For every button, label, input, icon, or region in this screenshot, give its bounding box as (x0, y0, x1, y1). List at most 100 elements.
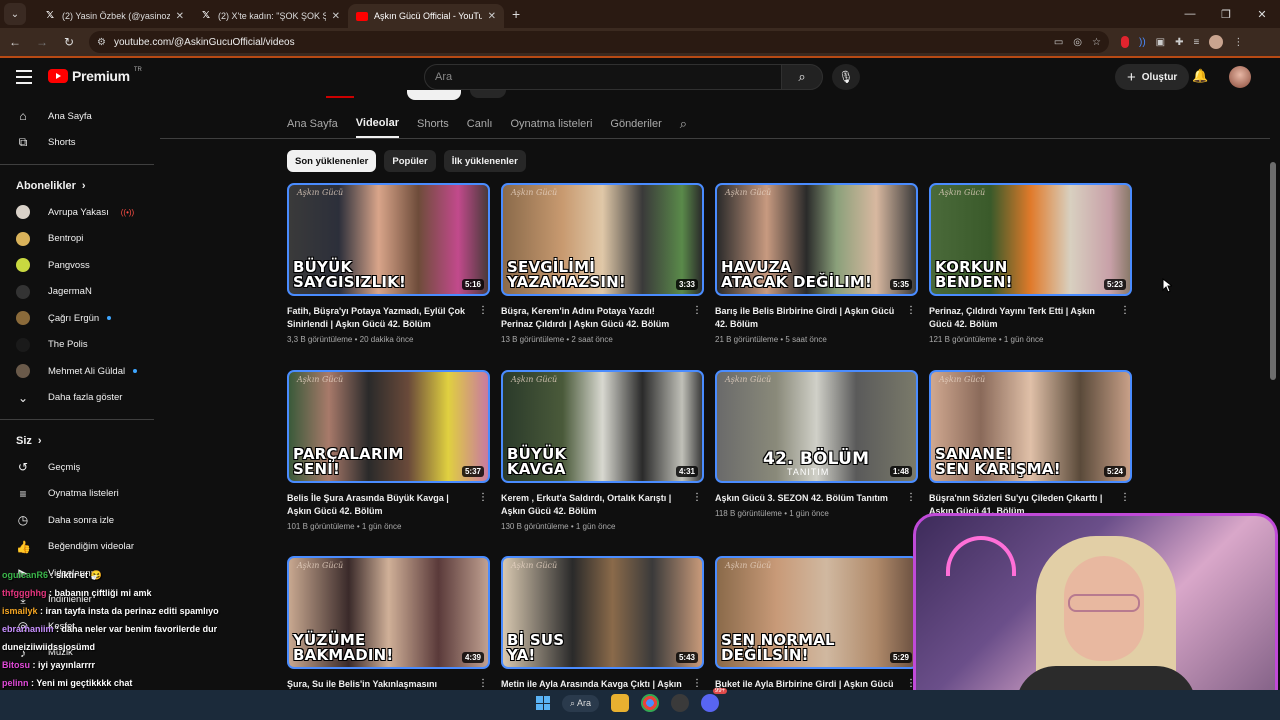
subscriptions-header[interactable]: Abonelikler › (0, 173, 154, 199)
video-thumbnail[interactable]: Aşkın Gücü SANANE! SEN KARIŞMA! 5:24 (929, 370, 1132, 483)
tab-posts[interactable]: Gönderiler (610, 110, 661, 138)
sidebar-subscription-item[interactable]: Pangvoss (0, 252, 154, 279)
back-icon[interactable]: ← (3, 35, 27, 49)
search-button[interactable]: ⌕ (781, 64, 823, 90)
bookmark-star-icon[interactable]: ☆ (1092, 37, 1101, 48)
more-actions-icon[interactable]: ⋮ (478, 305, 488, 316)
close-tab-icon[interactable]: ✕ (176, 11, 184, 22)
sidebar-item-history[interactable]: ↺ Geçmiş (0, 454, 154, 481)
extension-red-icon[interactable] (1121, 36, 1129, 48)
more-actions-icon[interactable]: ⋮ (478, 492, 488, 503)
tab-home[interactable]: Ana Sayfa (287, 110, 338, 138)
discord-icon[interactable]: 99+ (701, 688, 728, 712)
voice-search-button[interactable]: 🎙 (832, 64, 860, 90)
restore-icon[interactable]: ❐ (1208, 8, 1244, 21)
search-input[interactable]: Ara (424, 64, 782, 90)
video-title[interactable]: Kerem , Erkut'a Saldırdı, Ortalık Karışt… (501, 492, 687, 518)
video-thumbnail[interactable]: Aşkın Gücü 42. BÖLÜM 1:48 TANITIM (715, 370, 918, 483)
tab-search-menu-icon[interactable]: ⌄ (4, 3, 26, 25)
windows-start-icon[interactable] (536, 696, 550, 710)
more-actions-icon[interactable]: ⋮ (1120, 305, 1130, 316)
video-thumbnail[interactable]: Aşkın Gücü PARÇALARIM SENİ! 5:37 (287, 370, 490, 483)
close-window-icon[interactable]: ✕ (1244, 8, 1280, 21)
reload-icon[interactable]: ↻ (57, 35, 81, 49)
tab-playlists[interactable]: Oynatma listeleri (510, 110, 592, 138)
video-card[interactable]: Aşkın Gücü SEVGİLİMİ YAZAMAZSIN! 3:33 Büşra… (501, 183, 704, 344)
create-button[interactable]: + Oluştur (1115, 64, 1190, 90)
video-title[interactable]: Barış ile Belis Birbirine Girdi | Aşkın … (715, 305, 901, 331)
browser-tab-2[interactable]: 𝕏 (2) X'te kadın: "ŞOK ŞOK ŞOK p... ✕ (192, 4, 348, 28)
chip-oldest[interactable]: İlk yüklenenler (443, 150, 526, 172)
more-actions-icon[interactable]: ⋮ (1120, 492, 1130, 503)
sidebar-subscription-item[interactable]: Çağrı Ergün (0, 305, 154, 332)
file-explorer-icon[interactable] (611, 694, 630, 712)
chip-popular[interactable]: Popüler (384, 150, 436, 172)
video-card[interactable]: Aşkın Gücü PARÇALARIM SENİ! 5:37 Belis İle … (287, 370, 490, 531)
omnibox[interactable]: ⚙ youtube.com/@AskinGucuOfficial/videos … (89, 31, 1109, 53)
more-actions-icon[interactable]: ⋮ (906, 305, 916, 316)
more-actions-icon[interactable]: ⋮ (906, 492, 916, 503)
sidebar-item-playlist[interactable]: ≡ Oynatma listeleri (0, 481, 154, 508)
youtube-logo[interactable]: Premium TR (48, 67, 142, 84)
sidebar-subscription-item[interactable]: JagermaN (0, 279, 154, 306)
new-tab-button[interactable]: + (512, 6, 520, 22)
sidebar-item-like[interactable]: 👍 Beğendiğim videolar (0, 534, 154, 561)
extension-icon[interactable]: ▣ (1156, 37, 1165, 48)
minimize-icon[interactable]: — (1172, 8, 1208, 20)
video-title[interactable]: Aşkın Gücü 3. SEZON 42. Bölüm Tanıtım (715, 492, 901, 505)
video-title[interactable]: Fatih, Büşra'yı Potaya Yazmadı, Eylül Ço… (287, 305, 473, 331)
video-card[interactable]: Aşkın Gücü KORKUN BENDEN! 5:23 Perinaz, Çıl… (929, 183, 1132, 344)
browser-tab-1[interactable]: 𝕏 (2) Yasin Özbek (@yasinozbek_... ✕ (36, 4, 192, 28)
you-header[interactable]: Siz › (0, 428, 154, 454)
browser-tab-3[interactable]: Aşkın Gücü Official - YouTube ✕ (348, 4, 504, 28)
video-title[interactable]: Belis İle Şura Arasında Büyük Kavga | Aş… (287, 492, 473, 518)
video-card[interactable]: Aşkın Gücü SANANE! SEN KARIŞMA! 5:24 Büşra'… (929, 370, 1132, 522)
notifications-bell-icon[interactable]: 🔔 (1192, 68, 1208, 84)
video-thumbnail[interactable]: Aşkın Gücü BÜYÜK KAVGA 4:31 (501, 370, 704, 483)
close-tab-icon[interactable]: ✕ (332, 11, 340, 22)
video-card[interactable]: Aşkın Gücü SEN NORMAL DEĞİLSİN! 5:29 Buket … (715, 556, 918, 708)
browser-menu-icon[interactable]: ⋮ (1233, 37, 1243, 48)
sidebar-subscription-item[interactable]: Bentropi (0, 226, 154, 253)
account-avatar[interactable] (1229, 66, 1251, 88)
video-card[interactable]: Aşkın Gücü BÜYÜK KAVGA 4:31 Kerem , Erkut'a… (501, 370, 704, 531)
video-thumbnail[interactable]: Aşkın Gücü BÜYÜK SAYGISIZLIK! 5:16 (287, 183, 490, 296)
extension-audio-icon[interactable]: )) (1139, 37, 1146, 48)
show-more-button[interactable]: ⌄ Daha fazla göster (0, 385, 154, 412)
video-thumbnail[interactable]: Aşkın Gücü HAVUZA ATACAK DEĞİLIM! 5:35 (715, 183, 918, 296)
sidebar-item-shorts[interactable]: ⧉ Shorts (0, 130, 154, 157)
video-card[interactable]: Aşkın Gücü Bİ SUS YA! 5:43 Metin ile Ayla A… (501, 556, 704, 708)
eye-off-icon[interactable]: ◎ (1073, 37, 1082, 48)
menu-hamburger-icon[interactable] (16, 70, 32, 88)
close-tab-icon[interactable]: ✕ (488, 11, 496, 22)
sidebar-item-watch-later[interactable]: ◷ Daha sonra izle (0, 507, 154, 534)
video-thumbnail[interactable]: Aşkın Gücü KORKUN BENDEN! 5:23 (929, 183, 1132, 296)
sidebar-item-home[interactable]: ⌂ Ana Sayfa (0, 103, 154, 130)
video-title[interactable]: Büşra, Kerem'in Adını Potaya Yazdı! Peri… (501, 305, 687, 331)
more-actions-icon[interactable]: ⋮ (692, 305, 702, 316)
profile-avatar-icon[interactable] (1209, 35, 1224, 49)
video-thumbnail[interactable]: Aşkın Gücü Bİ SUS YA! 5:43 (501, 556, 704, 669)
scrollbar[interactable] (1270, 162, 1276, 380)
sidebar-subscription-item[interactable]: The Polis (0, 332, 154, 359)
tab-shorts[interactable]: Shorts (417, 110, 449, 138)
tab-live[interactable]: Canlı (467, 110, 493, 138)
puzzle-icon[interactable]: ✚ (1175, 37, 1183, 48)
taskbar-search[interactable]: ⌕ Ara (562, 694, 600, 712)
chrome-icon[interactable] (641, 694, 660, 712)
forward-icon[interactable]: → (30, 35, 54, 49)
more-actions-icon[interactable]: ⋮ (692, 678, 702, 689)
site-info-icon[interactable]: ⚙ (97, 37, 106, 48)
video-card[interactable]: Aşkın Gücü BÜYÜK SAYGISIZLIK! 5:16 Fatih, B… (287, 183, 490, 344)
sidebar-subscription-item[interactable]: Mehmet Ali Güldal (0, 358, 154, 385)
chip-latest[interactable]: Son yüklenenler (287, 150, 377, 172)
video-thumbnail[interactable]: Aşkın Gücü SEVGİLİMİ YAZAMAZSIN! 3:33 (501, 183, 704, 296)
cast-icon[interactable]: ▭ (1054, 37, 1063, 48)
channel-search-icon[interactable]: ⌕ (680, 116, 687, 132)
video-thumbnail[interactable]: Aşkın Gücü SEN NORMAL DEĞİLSİN! 5:29 (715, 556, 918, 669)
sidebar-subscription-item[interactable]: Avrupa Yakası ((•)) (0, 199, 154, 226)
video-card[interactable]: Aşkın Gücü 42. BÖLÜM 1:48 TANITIM Aşkın Gücü… (715, 370, 918, 518)
media-control-icon[interactable]: ≡ (1194, 37, 1200, 48)
video-card[interactable]: Aşkın Gücü HAVUZA ATACAK DEĞİLIM! 5:35 Barı… (715, 183, 918, 344)
tab-videos[interactable]: Videolar (355, 110, 399, 138)
